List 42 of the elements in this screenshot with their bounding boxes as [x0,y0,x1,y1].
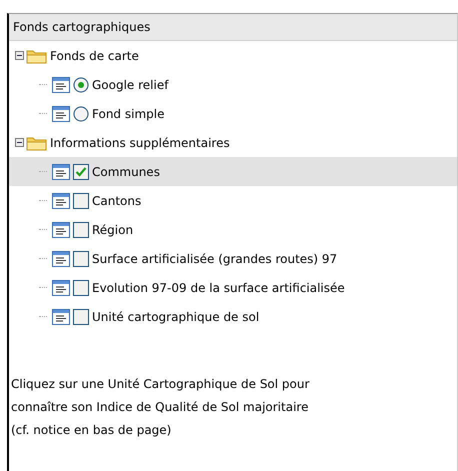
group-label: Informations supplémentaires [50,136,230,150]
layer-label: Région [92,222,134,236]
info-text: (cf. notice en bas de page) [11,422,172,439]
layer-icon [52,106,70,122]
tree-item[interactable]: Unité cartographique de sol [9,302,457,331]
layer-icon [52,192,70,208]
tree-item[interactable]: Région [9,215,457,244]
layer-label: Surface artificialisée (grandes routes) 97 [92,252,338,266]
layer-icon [52,280,70,296]
layer-label: Evolution 97-09 de la surface artificialisée [92,280,345,294]
layer-icon [52,164,70,180]
checkbox[interactable] [73,308,89,324]
collapse-icon[interactable] [15,51,24,60]
group-label: Fonds de carte [50,48,139,62]
checkbox[interactable] [73,250,89,266]
tree-item[interactable]: Evolution 97-09 de la surface artificialisée [9,273,457,302]
layer-icon [52,76,70,92]
layer-icon [52,222,70,238]
layer-label: Google relief [92,78,168,92]
layer-label: Communes [92,164,160,178]
info-text: connaître son Indice de Qualité de Sol majoritaire [11,399,310,416]
tree-item[interactable]: Communes [9,157,457,186]
layer-label: Fond simple [92,106,164,120]
layer-icon [52,250,70,266]
checkbox[interactable] [73,164,89,180]
layer-label: Cantons [92,194,142,208]
radio-button[interactable] [73,76,89,92]
checkbox[interactable] [73,192,89,208]
folder-icon [26,134,48,150]
folder-icon [26,48,48,64]
layer-label: Unité cartographique de sol [92,310,260,324]
panel-title: Fonds cartographiques [13,20,150,34]
collapse-icon[interactable] [15,138,24,147]
tree-item[interactable]: Surface artificialisée (grandes routes) 97 [9,244,457,273]
checkbox[interactable] [73,222,89,238]
tree-item[interactable]: Google relief [9,70,457,99]
layer-icon [52,308,70,324]
radio-button[interactable] [73,106,89,122]
info-text: Cliquez sur une Unité Cartographique de Sol pour [11,376,310,393]
tree-item[interactable]: Cantons [9,186,457,215]
checkbox[interactable] [73,280,89,296]
tree-item[interactable]: Fond simple [9,99,457,128]
